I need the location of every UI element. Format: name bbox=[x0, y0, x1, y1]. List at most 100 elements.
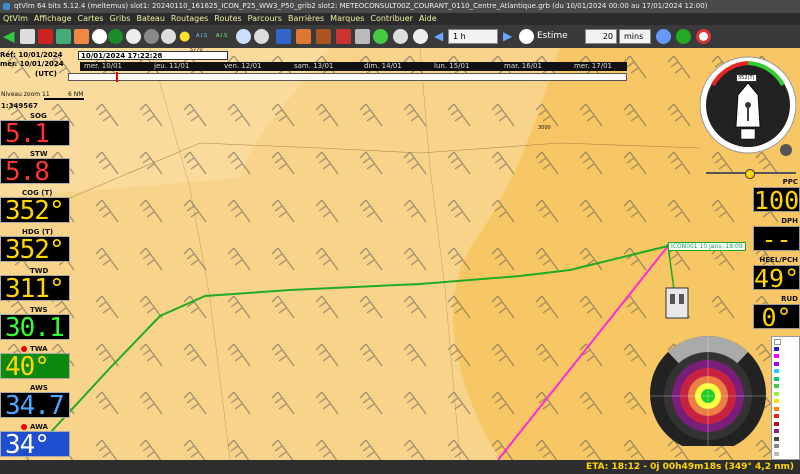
utc-label: (UTC) bbox=[35, 70, 57, 78]
window-title-bar: qtVlm 64 bits 5.12.4 (meltemus) slot1: 2… bbox=[0, 0, 800, 13]
open-file-icon[interactable] bbox=[20, 29, 35, 44]
search-icon[interactable] bbox=[236, 29, 251, 44]
instrument-value: 352° bbox=[0, 236, 70, 262]
day-label: sam. 13/01 bbox=[294, 62, 334, 70]
target-icon[interactable] bbox=[676, 29, 691, 44]
time-step-value: 1 h bbox=[453, 32, 466, 41]
barrier-icon[interactable] bbox=[74, 29, 89, 44]
ais-filter-label: A.I.S bbox=[216, 33, 228, 39]
lightbulb-icon[interactable]: ● bbox=[179, 29, 194, 44]
eta-status: ETA: 18:12 - 0j 00h49m18s (349° 4,2 nm) bbox=[586, 462, 794, 472]
ais-icon[interactable]: A.I.S bbox=[196, 29, 211, 44]
status-bar: ETA: 18:12 - 0j 00h49m18s (349° 4,2 nm) bbox=[0, 460, 800, 474]
step-forward-icon[interactable]: ▶ bbox=[503, 29, 518, 44]
ruler-icon[interactable] bbox=[355, 29, 370, 44]
bell-icon[interactable] bbox=[656, 29, 671, 44]
timeline-cursor[interactable] bbox=[116, 72, 118, 82]
settings-icon[interactable] bbox=[413, 29, 428, 44]
estime-unit-value: mins bbox=[624, 32, 644, 41]
scale-ratio: 1:349567 bbox=[1, 102, 38, 110]
upload-arrow-icon[interactable] bbox=[316, 29, 331, 44]
menu-parcours[interactable]: Parcours bbox=[245, 13, 285, 25]
menu-gribs[interactable]: Gribs bbox=[107, 13, 134, 25]
lock-icon[interactable] bbox=[144, 29, 159, 44]
instrument-value: 100 bbox=[753, 187, 800, 212]
time-step-select[interactable]: 1 h bbox=[448, 29, 498, 44]
play-icon[interactable] bbox=[519, 29, 534, 44]
instrument-label: PPC bbox=[782, 178, 798, 186]
instrument-value: 5.8 bbox=[0, 158, 70, 184]
day-label: jeu. 11/01 bbox=[154, 62, 190, 70]
instrument-value: 34° bbox=[0, 431, 70, 457]
alarm-dot bbox=[21, 346, 27, 352]
toolbar: ◀ ● A.I.S A.I.S ◀ 1 h ▶ Estime 20 mins bbox=[0, 25, 800, 48]
clock-icon[interactable] bbox=[126, 29, 141, 44]
globe-icon[interactable] bbox=[373, 29, 388, 44]
instrument-label: AWS bbox=[30, 384, 48, 392]
compass-settings-icon[interactable] bbox=[780, 144, 792, 156]
menu-cartes[interactable]: Cartes bbox=[75, 13, 107, 25]
compass-icon[interactable] bbox=[393, 29, 408, 44]
compass-heading-label: 352(T) bbox=[736, 74, 757, 82]
ref-date: Réf: 10/01/2024 bbox=[0, 51, 63, 59]
timeline-slider[interactable] bbox=[68, 72, 627, 82]
chart-map[interactable]: 5770 3000 ICON001 10 janv.-18:09 352(T) bbox=[0, 48, 800, 460]
app-icon bbox=[3, 3, 10, 10]
menu-contribuer[interactable]: Contribuer bbox=[367, 13, 416, 25]
instrument-label: AWA bbox=[30, 423, 48, 431]
center-boat-icon[interactable] bbox=[92, 29, 107, 44]
menu-marques[interactable]: Marques bbox=[327, 13, 367, 25]
day-label: mer. 17/01 bbox=[574, 62, 612, 70]
instrument-value: 49° bbox=[753, 265, 800, 290]
menu-routes[interactable]: Routes bbox=[211, 13, 244, 25]
zoom-level-label: Niveau zoom 11 bbox=[1, 91, 50, 98]
info-icon[interactable] bbox=[161, 29, 176, 44]
menu-aide[interactable]: Aide bbox=[416, 13, 440, 25]
menu-bar: QtVlm Affichage Cartes Gribs Bateau Routages R… bbox=[0, 13, 800, 25]
route-label: ICON001 10 janv.-18:09 bbox=[668, 242, 746, 251]
polar-diagram[interactable] bbox=[648, 334, 768, 446]
menu-bateau[interactable]: Bateau bbox=[133, 13, 167, 25]
day-label: mar. 16/01 bbox=[504, 62, 542, 70]
compass-rose[interactable] bbox=[698, 55, 798, 155]
estime-value-input[interactable]: 20 bbox=[585, 29, 617, 44]
boat-icon[interactable] bbox=[665, 287, 689, 319]
timeline[interactable]: 10/01/2024 17:22:28 mer. 10/01 jeu. 11/0… bbox=[68, 51, 627, 83]
alarm-dot bbox=[21, 424, 27, 430]
instrument-label: STW bbox=[30, 150, 48, 158]
route-icon[interactable] bbox=[56, 29, 71, 44]
estime-unit-select[interactable]: mins bbox=[619, 29, 651, 44]
menu-qtvlm[interactable]: QtVlm bbox=[0, 13, 31, 25]
lifebuoy-icon[interactable] bbox=[696, 29, 711, 44]
menu-routages[interactable]: Routages bbox=[168, 13, 211, 25]
record-icon[interactable] bbox=[38, 29, 53, 44]
zoom-boat-icon[interactable] bbox=[108, 29, 123, 44]
zoom-in-icon[interactable] bbox=[254, 29, 269, 44]
timeline-days: mer. 10/01 jeu. 11/01 ven. 12/01 sam. 13… bbox=[80, 62, 627, 71]
instrument-label: HDG (T) bbox=[22, 228, 54, 236]
ais-filter-icon[interactable]: A.I.S bbox=[216, 29, 231, 44]
menu-affichage[interactable]: Affichage bbox=[31, 13, 75, 25]
day-label: lun. 15/01 bbox=[434, 62, 470, 70]
step-back-icon[interactable]: ◀ bbox=[434, 29, 449, 44]
zoom-slider-handle[interactable] bbox=[745, 169, 755, 179]
estime-label: Estime bbox=[537, 31, 568, 41]
menu-barrieres[interactable]: Barrières bbox=[285, 13, 327, 25]
instrument-value: 352° bbox=[0, 197, 70, 223]
instrument-label: TWA bbox=[30, 345, 48, 353]
instrument-value: ---- bbox=[753, 226, 800, 251]
instrument-value: 0° bbox=[753, 304, 800, 329]
instrument-value: 40° bbox=[0, 353, 70, 379]
grib-icon[interactable] bbox=[276, 29, 291, 44]
instrument-label: DPH bbox=[781, 217, 798, 225]
instrument-value: 311° bbox=[0, 275, 70, 301]
polar-icon[interactable] bbox=[296, 29, 311, 44]
day-label: ven. 12/01 bbox=[224, 62, 262, 70]
back-arrow-icon[interactable]: ◀ bbox=[3, 29, 18, 44]
ais-label: A.I.S bbox=[196, 33, 208, 39]
scale-bar-label: 6 NM bbox=[68, 91, 84, 98]
instrument-value: 34.7 bbox=[0, 392, 70, 418]
wind-icon[interactable] bbox=[336, 29, 351, 44]
estime-value: 20 bbox=[602, 32, 613, 41]
instrument-label: COG (T) bbox=[22, 189, 53, 197]
